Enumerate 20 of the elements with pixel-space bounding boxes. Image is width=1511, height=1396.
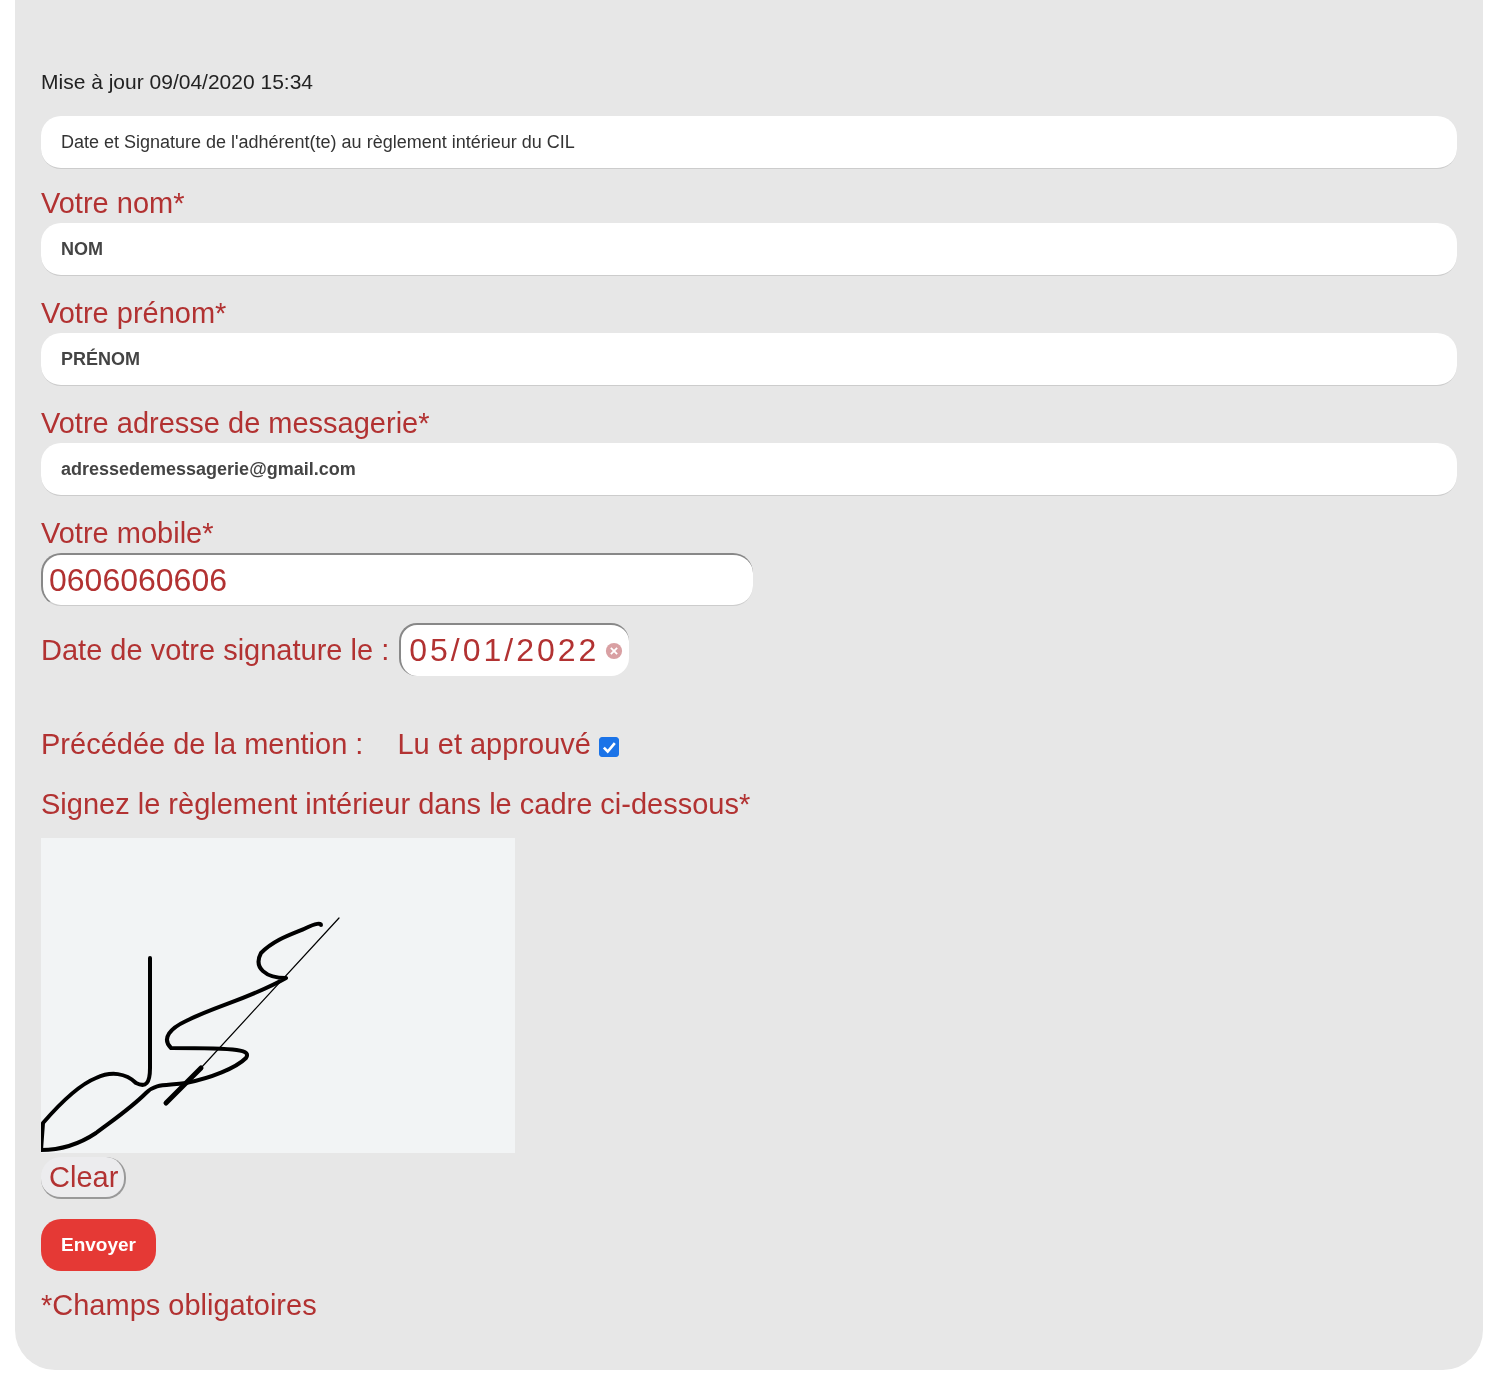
signature-pad[interactable] xyxy=(41,838,515,1153)
input-field[interactable]: PRÉNOM xyxy=(41,333,1457,386)
update-date: Mise à jour 09/04/2020 15:34 xyxy=(41,69,314,95)
date-field[interactable]: 05/01/2022 xyxy=(399,623,630,676)
signature-label: Signez le règlement intérieur dans le cadre ci-dessous* xyxy=(41,787,751,822)
field-label: Votre prénom* xyxy=(41,296,227,331)
footnote: *Champs obligatoires xyxy=(41,1289,317,1322)
input-field[interactable]: Date et Signature de l'adhérent(te) au règlement intérieur du CIL xyxy=(41,116,1457,169)
input-field[interactable]: adressedemessagerie@gmail.com xyxy=(41,443,1457,496)
input-field[interactable]: 0606060606 xyxy=(41,553,753,606)
checkbox[interactable] xyxy=(598,737,619,757)
mention-label: Précédée de la mention : xyxy=(41,727,364,762)
field-label: Votre mobile* xyxy=(41,516,214,551)
submit-button[interactable]: Envoyer xyxy=(41,1219,156,1271)
input-field[interactable]: NOM xyxy=(41,223,1457,276)
field-label: Votre nom* xyxy=(41,186,185,221)
date-label: Date de votre signature le : xyxy=(41,632,390,668)
field-label: Votre adresse de messagerie* xyxy=(41,406,430,441)
clear-button[interactable]: Clear xyxy=(41,1157,127,1199)
checkbox-label: Lu et approuvé xyxy=(397,727,591,762)
